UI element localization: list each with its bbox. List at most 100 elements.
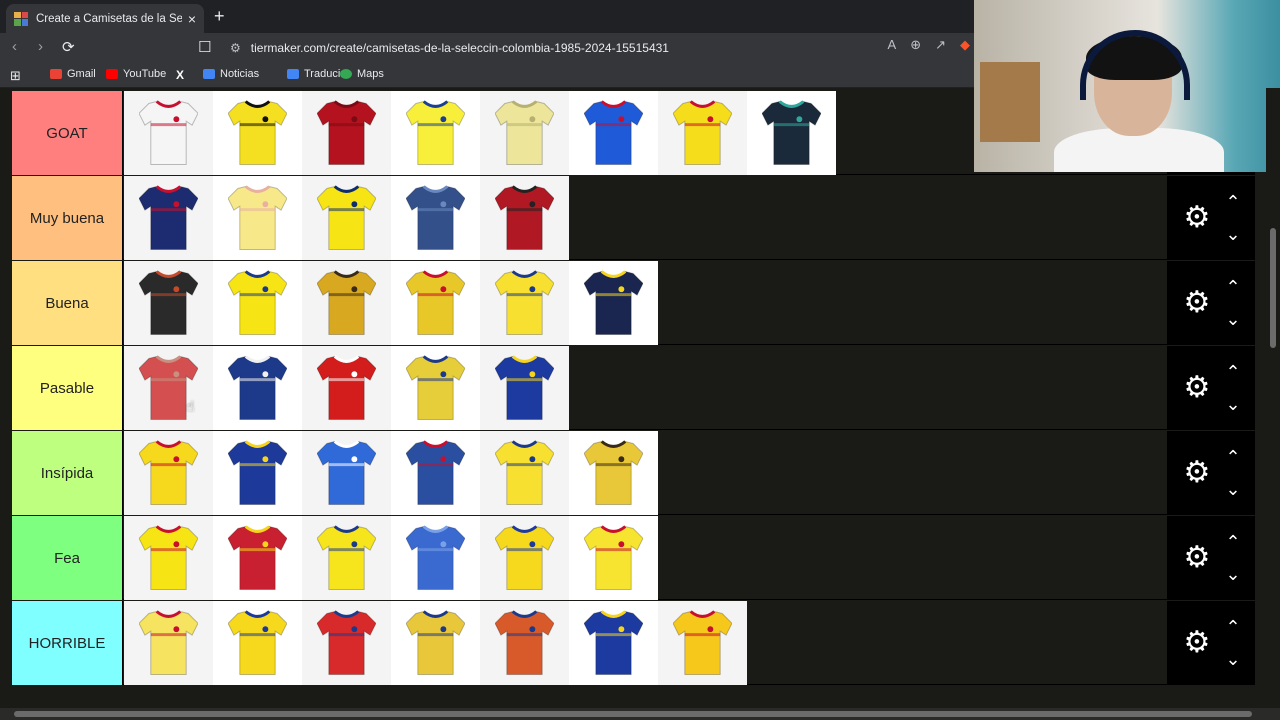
gear-icon[interactable]: ⚙	[1181, 372, 1213, 404]
jersey-item[interactable]	[569, 516, 658, 600]
bookmark-gmail[interactable]: Gmail	[50, 68, 96, 80]
chevron-down-icon[interactable]: ⌄	[1221, 395, 1245, 413]
chevron-up-icon[interactable]: ⌃	[1221, 448, 1245, 466]
gmail-icon	[50, 69, 62, 79]
jersey-item[interactable]	[391, 261, 480, 345]
reload-icon[interactable]: ⟳	[62, 38, 75, 56]
jersey-item[interactable]	[480, 261, 569, 345]
scrollbar-thumb[interactable]	[14, 711, 1252, 717]
chevron-up-icon[interactable]: ⌃	[1221, 618, 1245, 636]
gear-icon[interactable]: ⚙	[1181, 542, 1213, 574]
chevron-down-icon[interactable]: ⌄	[1221, 225, 1245, 243]
chevron-down-icon[interactable]: ⌄	[1221, 480, 1245, 498]
tier-label[interactable]: Pasable	[12, 346, 123, 430]
jersey-item[interactable]	[480, 176, 569, 260]
jersey-item[interactable]	[747, 91, 836, 175]
jersey-item[interactable]	[213, 601, 302, 685]
jersey-item[interactable]	[124, 261, 213, 345]
tier-label[interactable]: Muy buena	[12, 176, 123, 260]
zoom-icon[interactable]: ⊕	[910, 37, 921, 53]
chevron-down-icon[interactable]: ⌄	[1221, 650, 1245, 668]
brave-shield-icon[interactable]: ◆	[960, 37, 970, 53]
mouse-cursor-icon: ☝	[186, 398, 195, 414]
jersey-item[interactable]	[480, 431, 569, 515]
jersey-item[interactable]	[213, 431, 302, 515]
jersey-item[interactable]	[302, 176, 391, 260]
jersey-item[interactable]	[302, 431, 391, 515]
gear-icon[interactable]: ⚙	[1181, 202, 1213, 234]
vertical-scrollbar[interactable]	[1266, 88, 1280, 708]
jersey-item[interactable]	[569, 431, 658, 515]
jersey-item[interactable]	[124, 91, 213, 175]
jersey-item[interactable]	[302, 346, 391, 430]
share-icon[interactable]: ↗	[935, 37, 946, 53]
jersey-item[interactable]	[302, 91, 391, 175]
bookmark-maps[interactable]: Maps	[340, 68, 384, 80]
jersey-item[interactable]	[302, 261, 391, 345]
tier-row: Fea ⚙ ⌃ ⌄	[12, 516, 1255, 600]
bookmark-youtube[interactable]: YouTube	[106, 68, 166, 80]
chevron-down-icon[interactable]: ⌄	[1221, 565, 1245, 583]
tier-items	[124, 261, 658, 345]
gear-icon[interactable]: ⚙	[1181, 627, 1213, 659]
jersey-item[interactable]	[658, 91, 747, 175]
chevron-up-icon[interactable]: ⌃	[1221, 193, 1245, 211]
back-icon[interactable]: ‹	[12, 38, 17, 55]
bookmark-noticias[interactable]: Noticias	[203, 68, 259, 80]
close-tab-icon[interactable]: ×	[188, 11, 196, 27]
jersey-item[interactable]	[480, 601, 569, 685]
jersey-item[interactable]	[124, 176, 213, 260]
jersey-item[interactable]	[302, 601, 391, 685]
jersey-item[interactable]	[391, 176, 480, 260]
jersey-item[interactable]	[658, 601, 747, 685]
forward-icon[interactable]: ›	[38, 38, 43, 55]
jersey-item[interactable]	[391, 346, 480, 430]
jersey-item[interactable]	[213, 346, 302, 430]
address-bar[interactable]: ⚙ tiermaker.com/create/camisetas-de-la-s…	[222, 35, 974, 60]
bookmark-x[interactable]: X	[176, 68, 184, 82]
tier-label[interactable]: GOAT	[12, 91, 123, 175]
jersey-item[interactable]	[569, 261, 658, 345]
bookmark-traducir[interactable]: Traducir	[287, 68, 344, 80]
translate-icon[interactable]: A	[888, 37, 897, 53]
jersey-item[interactable]	[213, 261, 302, 345]
jersey-item[interactable]	[213, 516, 302, 600]
new-tab-icon[interactable]: +	[214, 6, 225, 27]
jersey-item[interactable]	[569, 601, 658, 685]
tier-label[interactable]: Fea	[12, 516, 123, 600]
bookmark-icon[interactable]: ☐	[198, 38, 211, 56]
apps-icon[interactable]: ⊞	[10, 68, 21, 84]
browser-tab[interactable]: Create a Camisetas de la Selecci ×	[6, 4, 204, 33]
address-bar-actions: A ⊕ ↗ ◆	[888, 37, 970, 53]
horizontal-scrollbar[interactable]	[0, 708, 1280, 720]
jersey-item[interactable]	[569, 91, 658, 175]
tier-controls: ⚙ ⌃ ⌄	[1167, 176, 1255, 260]
tier-label[interactable]: Buena	[12, 261, 123, 345]
site-info-icon[interactable]: ⚙	[230, 41, 241, 55]
jersey-item[interactable]	[391, 601, 480, 685]
tier-label[interactable]: HORRIBLE	[12, 601, 123, 685]
jersey-item[interactable]	[480, 91, 569, 175]
jersey-item[interactable]	[391, 431, 480, 515]
jersey-item[interactable]	[124, 601, 213, 685]
jersey-item[interactable]	[213, 91, 302, 175]
chevron-down-icon[interactable]: ⌄	[1221, 310, 1245, 328]
chevron-up-icon[interactable]: ⌃	[1221, 533, 1245, 551]
jersey-item[interactable]	[302, 516, 391, 600]
jersey-item[interactable]	[480, 346, 569, 430]
gear-icon[interactable]: ⚙	[1181, 457, 1213, 489]
chevron-up-icon[interactable]: ⌃	[1221, 363, 1245, 381]
jersey-item[interactable]	[124, 516, 213, 600]
jersey-item[interactable]	[391, 516, 480, 600]
tier-label[interactable]: Insípida	[12, 431, 123, 515]
jersey-item[interactable]	[213, 176, 302, 260]
gear-icon[interactable]: ⚙	[1181, 287, 1213, 319]
jersey-item[interactable]	[480, 516, 569, 600]
jersey-item[interactable]	[391, 91, 480, 175]
jersey-item[interactable]	[124, 346, 213, 430]
jersey-item[interactable]	[124, 431, 213, 515]
maps-icon	[340, 69, 352, 79]
scrollbar-thumb[interactable]	[1270, 228, 1276, 348]
tier-row: Insípida ⚙ ⌃ ⌄	[12, 431, 1255, 515]
chevron-up-icon[interactable]: ⌃	[1221, 278, 1245, 296]
